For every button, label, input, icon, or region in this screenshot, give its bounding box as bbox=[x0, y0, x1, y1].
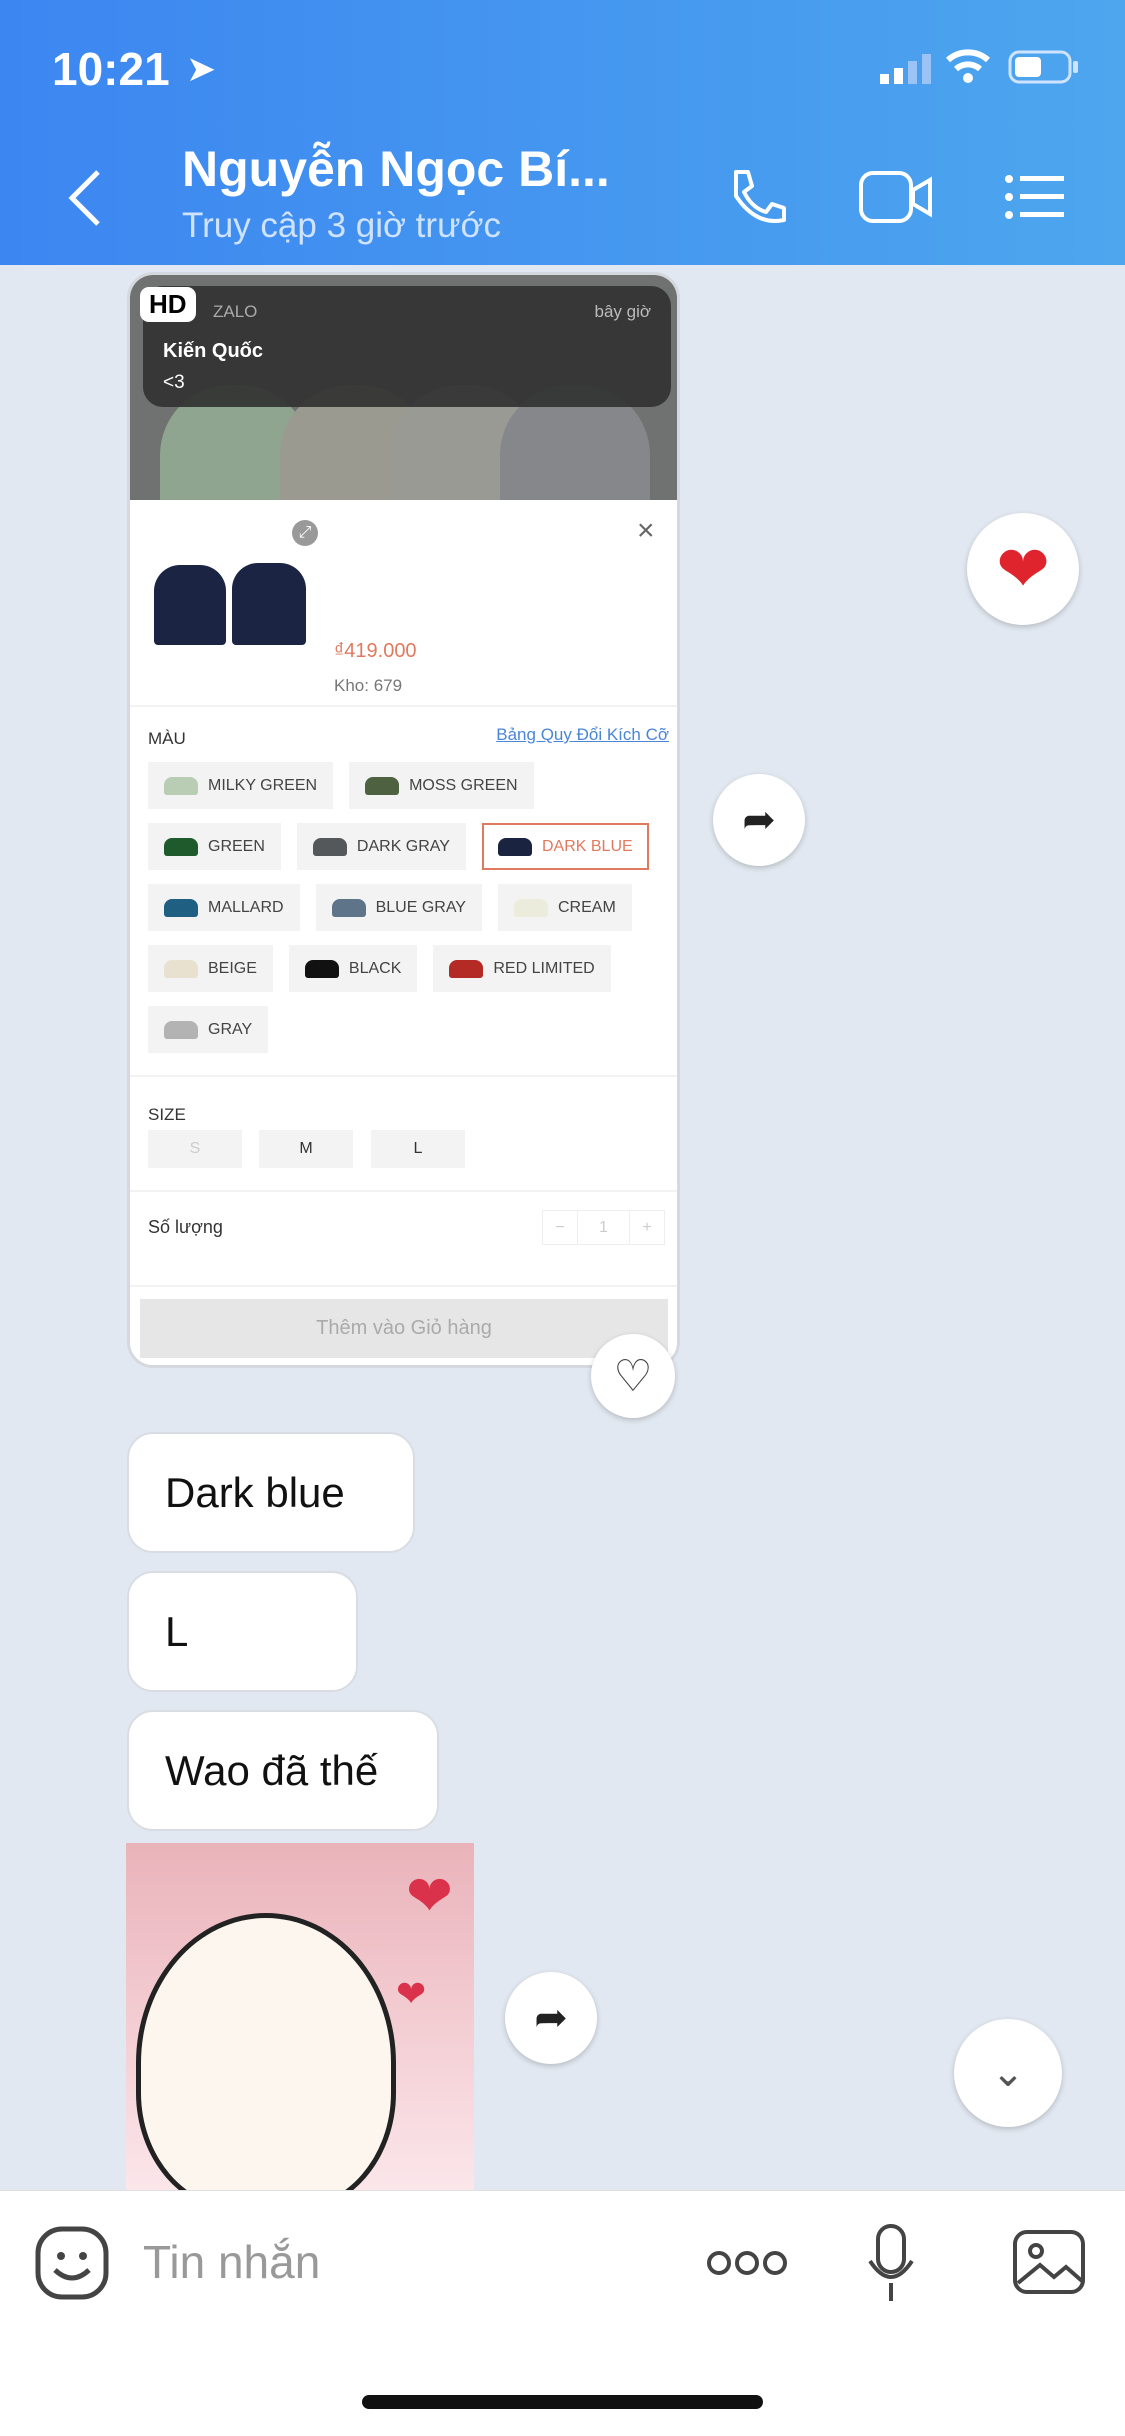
expand-icon: ⤢ bbox=[292, 520, 318, 546]
color-option: DARK BLUE bbox=[481, 823, 649, 870]
heart-reaction-badge[interactable]: ❤ bbox=[967, 513, 1079, 625]
microphone-button[interactable] bbox=[866, 2223, 916, 2305]
color-label: MÀU bbox=[148, 729, 186, 748]
close-icon: × bbox=[637, 514, 655, 547]
color-option: BEIGE bbox=[148, 945, 273, 992]
sweater-thumbnail-icon bbox=[164, 1020, 198, 1039]
last-seen: Truy cập 3 giờ trước bbox=[182, 206, 501, 245]
message-composer: Tin nhắn bbox=[0, 2190, 1125, 2436]
color-option-label: DARK BLUE bbox=[541, 837, 633, 855]
color-option: DARK GRAY bbox=[296, 823, 466, 870]
size-option-m: M bbox=[259, 1130, 353, 1168]
size-option-l: L bbox=[371, 1130, 465, 1168]
emoji-sticker-button[interactable] bbox=[35, 2226, 109, 2300]
more-options-button[interactable] bbox=[705, 2249, 789, 2277]
sweater-thumbnail-icon bbox=[164, 898, 198, 917]
color-option-label: GRAY bbox=[208, 1020, 253, 1038]
status-time: 10:21 bbox=[52, 43, 170, 95]
color-option: MILKY GREEN bbox=[148, 762, 334, 809]
color-option-label: RED LIMITED bbox=[493, 959, 595, 977]
menu-list-button[interactable] bbox=[1004, 174, 1066, 220]
scroll-to-bottom-button[interactable]: ⌄ bbox=[954, 2019, 1062, 2127]
forward-button[interactable]: ➦ bbox=[505, 1972, 597, 2064]
color-option: MALLARD bbox=[148, 884, 300, 931]
color-option: BLUE GRAY bbox=[315, 884, 482, 931]
color-option: GRAY bbox=[148, 1006, 269, 1053]
product-thumbnail bbox=[154, 553, 309, 648]
product-options-panel: ⤢ × ₫419.000 Kho: 679 MÀU Bảng Quy Đổi K… bbox=[130, 500, 677, 1365]
heart-sticker-icon: ❤ bbox=[406, 1864, 453, 1927]
message-bubble[interactable]: Dark blue bbox=[127, 1432, 415, 1553]
message-input[interactable]: Tin nhắn bbox=[143, 2235, 320, 2289]
sweater-thumbnail-icon bbox=[164, 837, 198, 856]
battery-icon bbox=[1008, 50, 1078, 84]
sweater-thumbnail-icon bbox=[164, 959, 198, 978]
quantity-value: 1 bbox=[578, 1211, 630, 1244]
size-chart-link: Bảng Quy Đổi Kích Cỡ bbox=[496, 725, 669, 744]
color-option: GREEN bbox=[148, 823, 281, 870]
message-bubble[interactable]: Wao đã thế bbox=[127, 1710, 439, 1831]
notification-banner: ZALO bây giờ Kiến Quốc <3 bbox=[143, 286, 671, 407]
home-indicator bbox=[362, 2395, 763, 2409]
sweater-thumbnail-icon bbox=[312, 837, 347, 856]
location-arrow-icon: ➤ bbox=[186, 48, 217, 89]
sweater-thumbnail-icon bbox=[164, 776, 198, 795]
sweater-thumbnail-icon bbox=[365, 776, 400, 795]
product-stock: Kho: 679 bbox=[334, 676, 403, 695]
message-bubble[interactable]: L bbox=[127, 1571, 358, 1692]
notification-sender: Kiến Quốc bbox=[163, 340, 264, 362]
image-picker-button[interactable] bbox=[1012, 2229, 1086, 2295]
add-to-cart-button: Thêm vào Giỏ hàng bbox=[140, 1299, 668, 1358]
forward-button[interactable]: ➦ bbox=[713, 774, 805, 866]
phone-call-button[interactable] bbox=[726, 166, 788, 228]
sweater-thumbnail-icon bbox=[331, 898, 366, 917]
size-option-s: S bbox=[148, 1130, 242, 1168]
color-option-label: MILKY GREEN bbox=[208, 776, 318, 794]
color-options: MILKY GREEN MOSS GREEN GREEN DARK GRAY DARK … bbox=[148, 762, 668, 1067]
contact-name[interactable]: Nguyễn Ngọc Bí... bbox=[182, 140, 610, 198]
wifi-icon bbox=[946, 49, 990, 83]
quantity-label: Số lượng bbox=[148, 1217, 223, 1237]
sticker-message[interactable]: ❤ ❤ bbox=[126, 1843, 474, 2190]
notification-app: ZALO bbox=[213, 302, 258, 321]
react-heart-button[interactable]: ♡ bbox=[591, 1334, 675, 1418]
chat-header: 10:21 ➤ Nguyễn Ngọc Bí... Truy cập 3 giờ… bbox=[0, 0, 1125, 265]
quantity-stepper: − 1 + bbox=[542, 1210, 665, 1245]
color-option-label: MOSS GREEN bbox=[409, 776, 518, 794]
sweater-thumbnail-icon bbox=[513, 898, 548, 917]
color-option-label: GREEN bbox=[208, 837, 265, 855]
color-option-label: DARK GRAY bbox=[356, 837, 450, 855]
notification-message: <3 bbox=[163, 372, 185, 393]
signal-icon bbox=[880, 54, 931, 84]
back-button[interactable] bbox=[64, 168, 104, 228]
video-call-button[interactable] bbox=[858, 170, 934, 224]
notification-time: bây giờ bbox=[594, 302, 651, 321]
product-price: ₫419.000 bbox=[334, 640, 417, 662]
size-label: SIZE bbox=[148, 1105, 186, 1124]
color-option: MOSS GREEN bbox=[349, 762, 534, 809]
shared-screenshot-message[interactable]: ZALO bây giờ Kiến Quốc <3 HD ⤢ × ₫419.00… bbox=[127, 272, 680, 1368]
color-option-label: MALLARD bbox=[208, 898, 284, 916]
color-option: RED LIMITED bbox=[433, 945, 611, 992]
color-option: CREAM bbox=[497, 884, 632, 931]
color-option-label: BEIGE bbox=[208, 959, 257, 977]
color-option-label: BLUE GRAY bbox=[375, 898, 466, 916]
color-option-label: CREAM bbox=[557, 898, 616, 916]
sweater-thumbnail-icon bbox=[449, 959, 484, 978]
sweater-thumbnail-icon bbox=[304, 959, 339, 978]
color-option: BLACK bbox=[288, 945, 418, 992]
heart-sticker-icon: ❤ bbox=[396, 1973, 427, 2014]
sweater-thumbnail-icon bbox=[497, 837, 532, 856]
color-option-label: BLACK bbox=[348, 959, 402, 977]
hd-badge: HD bbox=[140, 287, 196, 322]
